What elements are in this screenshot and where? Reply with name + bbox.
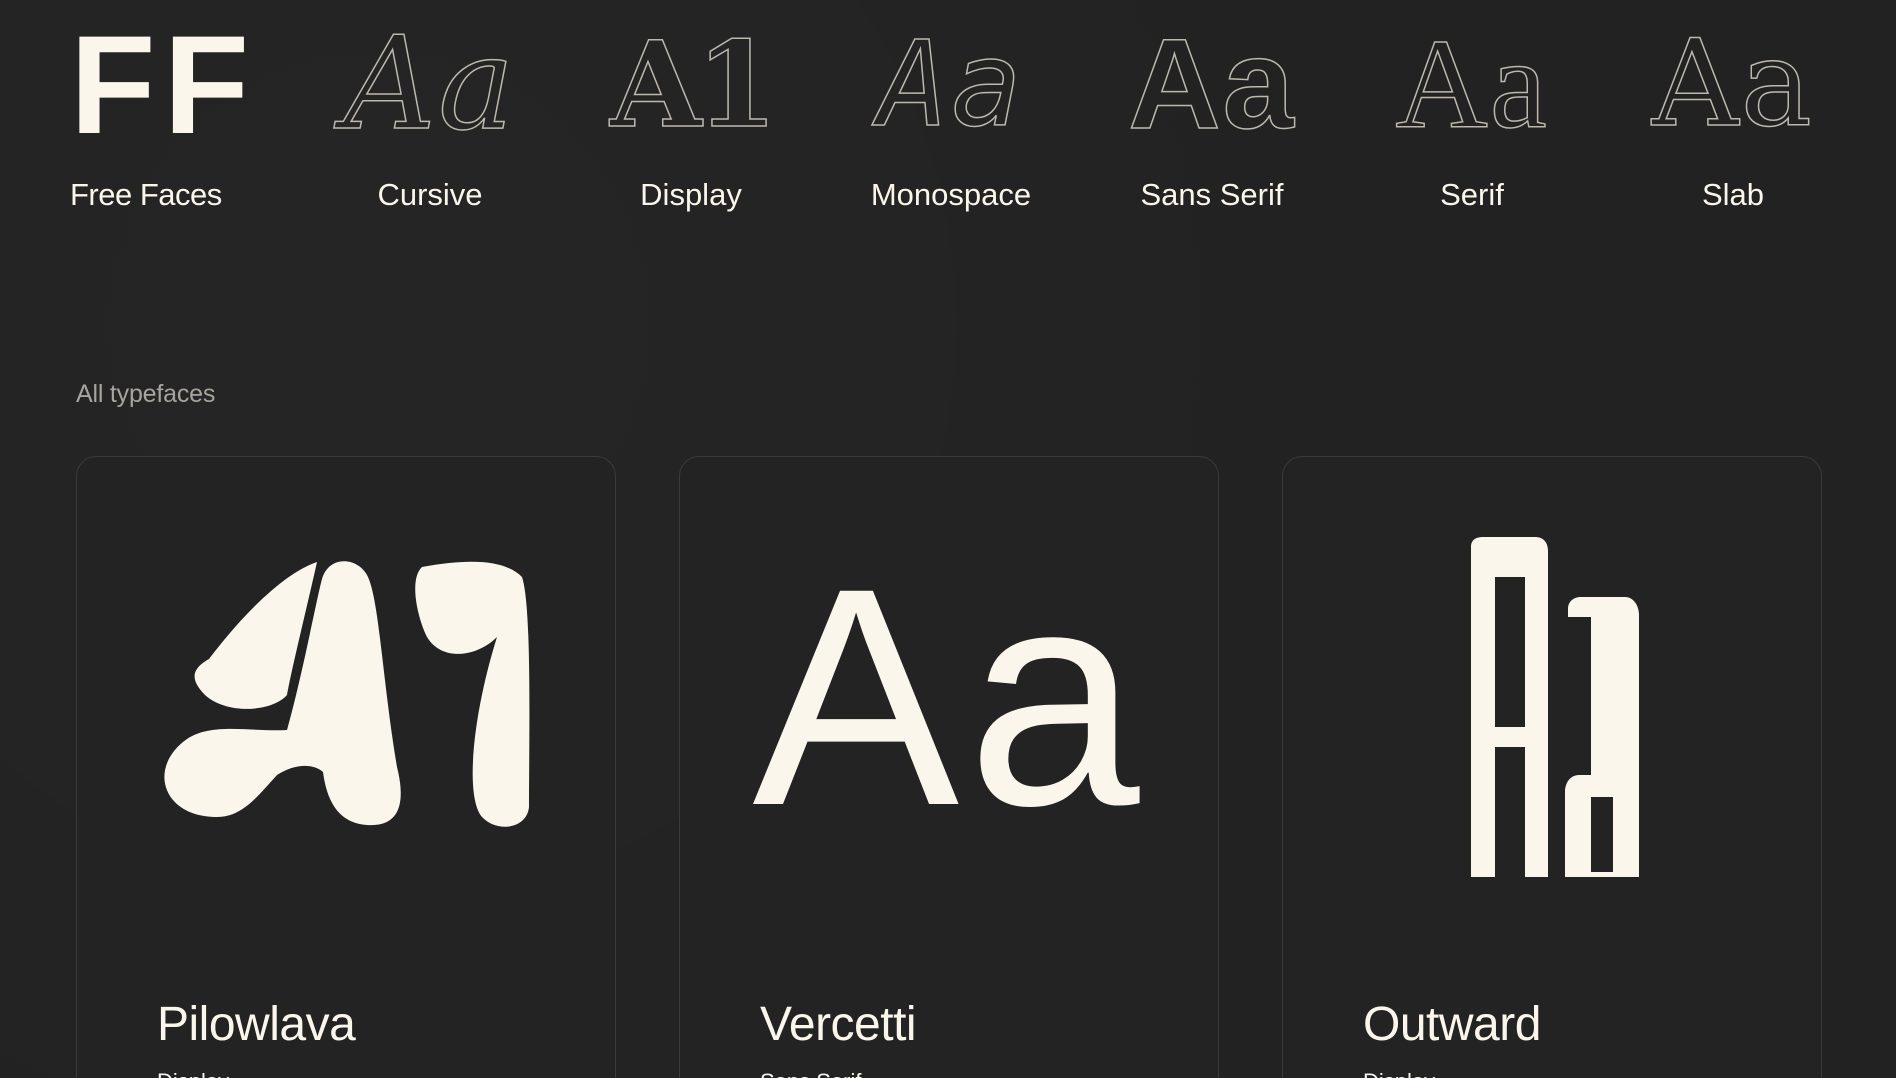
typeface-card-outward[interactable]: Outward Display [1282, 456, 1822, 1078]
nav-item-label: Display [640, 177, 742, 212]
pilowlava-specimen-icon [164, 561, 530, 827]
typeface-category: Sans Serif [760, 1069, 862, 1078]
nav-item-sans-serif[interactable]: Aa Sans Serif [1097, 13, 1327, 213]
typeface-name: Pilowlava [157, 998, 356, 1051]
nav-item-label: Monospace [870, 177, 1032, 212]
brand-name: Free Faces [70, 177, 222, 212]
nav-item-slab[interactable]: Aa Slab [1618, 15, 1848, 213]
outward-specimen-icon [1471, 537, 1639, 892]
sans-serif-glyph-icon: Aa [1127, 13, 1296, 156]
page: FF Free Faces Aa Cursive A1 Display Aa M… [0, 0, 1896, 1078]
nav-item-monospace[interactable]: Aa Monospace [836, 15, 1066, 213]
logo-mark: FF [70, 6, 258, 163]
nav-item-label: Serif [1440, 177, 1504, 212]
typeface-name: Vercetti [760, 998, 917, 1051]
section-title: All typefaces [76, 380, 216, 408]
monospace-glyph-icon: Aa [877, 15, 1025, 153]
nav-item-label: Slab [1701, 177, 1765, 212]
typeface-specimen: Aa [680, 517, 1220, 877]
typeface-card-pilowlava[interactable]: Pilowlava Display [76, 456, 616, 1078]
cursive-glyph-icon: Aa [343, 10, 517, 159]
typeface-specimen [1283, 517, 1823, 892]
typeface-specimen [77, 517, 617, 877]
typeface-card-vercetti[interactable]: Aa Vercetti Sans Serif [679, 456, 1219, 1078]
nav-item-cursive[interactable]: Aa Cursive [315, 10, 545, 213]
category-nav: FF Free Faces Aa Cursive A1 Display Aa M… [0, 0, 1896, 220]
nav-item-label: Sans Serif [1140, 177, 1284, 212]
vercetti-specimen-text: Aa [752, 523, 1148, 870]
nav-item-label: Cursive [377, 177, 483, 212]
nav-item-serif[interactable]: Aa Serif [1357, 13, 1587, 213]
typeface-category: Display [157, 1069, 229, 1078]
serif-glyph-icon: Aa [1395, 13, 1549, 155]
nav-item-display[interactable]: A1 Display [576, 15, 806, 213]
typeface-category: Display [1363, 1069, 1435, 1078]
slab-glyph-icon: Aa [1651, 15, 1815, 154]
typeface-name: Outward [1363, 998, 1541, 1051]
home-logo-link[interactable]: FF Free Faces [70, 6, 258, 213]
display-glyph-icon: A1 [609, 15, 778, 154]
typeface-grid: Pilowlava Display Aa Vercetti Sans Serif… [76, 456, 1826, 1078]
